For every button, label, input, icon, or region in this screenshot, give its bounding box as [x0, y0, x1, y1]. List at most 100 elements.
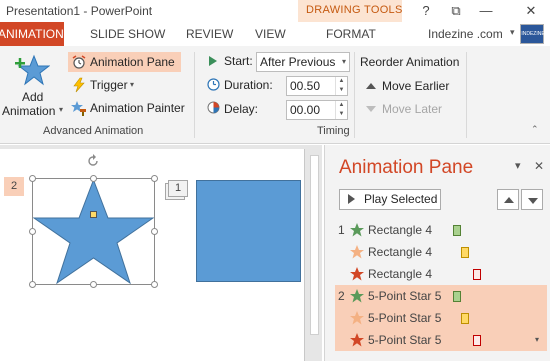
add-animation-line1: Add: [22, 90, 44, 104]
timing-bar[interactable]: [453, 291, 461, 302]
animation-order-badge[interactable]: 2: [4, 177, 24, 196]
avatar-text: INDEZINE: [521, 31, 545, 37]
resize-handle[interactable]: [29, 175, 36, 182]
animation-item-label: 5-Point Star 5: [368, 333, 442, 347]
add-animation-star-icon: [15, 54, 50, 86]
account-caret-icon[interactable]: ▾: [510, 27, 515, 38]
resize-handle[interactable]: [90, 175, 97, 182]
move-up-button[interactable]: [497, 189, 519, 210]
emphasis-effect-star-icon: [350, 245, 364, 259]
animation-list-item[interactable]: 5-Point Star 5 ▾: [335, 329, 547, 351]
animation-list-item[interactable]: Rectangle 4: [335, 241, 547, 263]
ribbon: Add Animation ▾ Animation Pane Trigger ▾…: [0, 46, 550, 144]
animation-list: 1 Rectangle 4 Rectangle 4 Rectangle 4 2 5-Poi…: [335, 219, 547, 351]
timing-bar[interactable]: [461, 313, 469, 324]
contextual-group-label: DRAWING TOOLS: [306, 4, 403, 16]
trigger-button[interactable]: Trigger ▾: [68, 75, 148, 95]
start-select[interactable]: After Previous ▾: [256, 52, 350, 72]
exit-effect-star-icon: [350, 267, 364, 281]
app-title: Presentation1 - PowerPoint: [6, 4, 153, 18]
scrollbar-thumb[interactable]: [310, 155, 319, 335]
resize-handle[interactable]: [151, 228, 158, 235]
duration-value: 00.50: [290, 79, 321, 93]
play-icon: [348, 194, 355, 204]
animation-pane-icon: [72, 55, 86, 69]
delay-spinner[interactable]: ▲ ▼: [335, 101, 347, 119]
close-window-button[interactable]: ✕: [517, 0, 545, 22]
emphasis-effect-star-icon: [350, 311, 364, 325]
play-selected-button[interactable]: Play Selected: [339, 189, 441, 210]
close-icon[interactable]: ✕: [534, 159, 544, 173]
animation-list-item[interactable]: 1 Rectangle 4: [335, 219, 547, 241]
pane-title: Animation Pane: [339, 157, 474, 178]
avatar[interactable]: INDEZINE: [520, 24, 545, 44]
triangle-down-icon: [528, 198, 538, 204]
restore-icon[interactable]: ⧉: [442, 0, 470, 22]
add-animation-button[interactable]: Add Animation ▾: [2, 52, 64, 118]
timing-bar[interactable]: [473, 335, 481, 346]
animation-pane-label: Animation Pane: [90, 55, 175, 69]
animation-item-label: Rectangle 4: [368, 223, 433, 237]
pane-options-icon[interactable]: ▾: [515, 159, 521, 172]
resize-handle[interactable]: [151, 281, 158, 288]
resize-handle[interactable]: [151, 175, 158, 182]
animation-order-number: 2: [338, 289, 345, 303]
delay-input[interactable]: 00.00 ▲ ▼: [286, 100, 348, 120]
timing-bar[interactable]: [453, 225, 461, 236]
timing-bar[interactable]: [461, 247, 469, 258]
animation-painter-icon: [71, 101, 86, 116]
duration-input[interactable]: 00.50 ▲ ▼: [286, 76, 348, 96]
tab-view[interactable]: VIEW: [255, 27, 286, 41]
tab-slide-show[interactable]: SLIDE SHOW: [90, 27, 165, 41]
play-selected-label: Play Selected: [364, 192, 438, 206]
tab-animations[interactable]: ANIMATIONS: [0, 22, 72, 46]
timing-bar[interactable]: [473, 269, 481, 280]
delay-label: Delay:: [224, 102, 259, 116]
triangle-down-icon: [366, 106, 376, 112]
animation-item-label: 5-Point Star 5: [368, 311, 442, 325]
vertical-scrollbar[interactable]: [307, 145, 322, 361]
move-earlier-button[interactable]: Move Earlier: [362, 76, 456, 96]
animation-pane-button[interactable]: Animation Pane: [68, 52, 181, 72]
delay-icon: [207, 101, 220, 114]
minimize-button[interactable]: —: [472, 0, 500, 22]
animation-list-item[interactable]: 5-Point Star 5: [335, 307, 547, 329]
move-later-label: Move Later: [382, 102, 443, 116]
animation-list-item[interactable]: 2 5-Point Star 5: [335, 285, 547, 307]
triangle-up-icon: [504, 197, 514, 203]
adjust-handle[interactable]: [90, 211, 97, 218]
animation-list-item[interactable]: Rectangle 4: [335, 263, 547, 285]
rotate-handle-icon[interactable]: [86, 154, 100, 168]
animation-painter-button[interactable]: Animation Painter: [68, 98, 190, 118]
animation-painter-label: Animation Painter: [90, 101, 185, 115]
account-name[interactable]: Indezine .com: [428, 27, 503, 41]
item-options-icon[interactable]: ▾: [535, 329, 539, 351]
animation-item-label: 5-Point Star 5: [368, 289, 442, 303]
resize-handle[interactable]: [29, 228, 36, 235]
chevron-down-icon: ▾: [59, 105, 64, 114]
selection-frame: [32, 178, 155, 285]
help-button[interactable]: ?: [412, 0, 440, 22]
collapse-ribbon-icon[interactable]: ⌃: [531, 124, 539, 135]
start-select-value: After Previous: [260, 55, 336, 69]
duration-label: Duration:: [224, 78, 273, 92]
resize-handle[interactable]: [90, 281, 97, 288]
play-icon: [209, 56, 217, 66]
start-label: Start:: [224, 54, 253, 68]
rectangle-shape[interactable]: [196, 180, 301, 282]
tab-review[interactable]: REVIEW: [186, 27, 233, 41]
duration-spinner[interactable]: ▲ ▼: [335, 77, 347, 95]
trigger-label: Trigger: [90, 78, 128, 92]
resize-handle[interactable]: [29, 281, 36, 288]
ribbon-separator: [466, 52, 467, 138]
group-label-timing: Timing: [317, 125, 350, 137]
exit-effect-star-icon: [350, 333, 364, 347]
move-down-button[interactable]: [521, 189, 543, 210]
move-later-button[interactable]: Move Later: [362, 99, 456, 119]
animation-order-badge[interactable]: 1: [168, 180, 188, 197]
ribbon-separator: [354, 52, 355, 138]
add-animation-line2: Animation: [2, 104, 56, 118]
tab-format[interactable]: FORMAT: [326, 27, 376, 41]
ribbon-separator: [194, 52, 195, 138]
animation-order-number: 1: [338, 223, 345, 237]
